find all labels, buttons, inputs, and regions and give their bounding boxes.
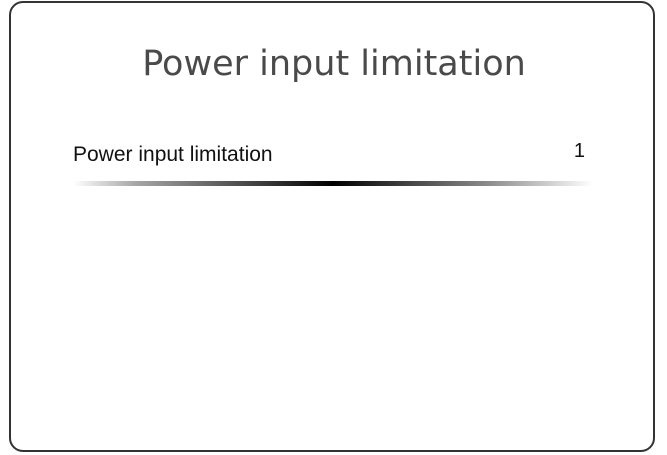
menu-item-power-input-limitation[interactable]: Power input limitation 1 (73, 133, 595, 189)
page-title: Power input limitation (142, 44, 526, 84)
display-screen: Power input limitation Power input limit… (9, 1, 655, 452)
menu-item-value: 1 (573, 140, 585, 162)
selection-divider (73, 181, 593, 186)
menu-item-label: Power input limitation (73, 143, 273, 166)
